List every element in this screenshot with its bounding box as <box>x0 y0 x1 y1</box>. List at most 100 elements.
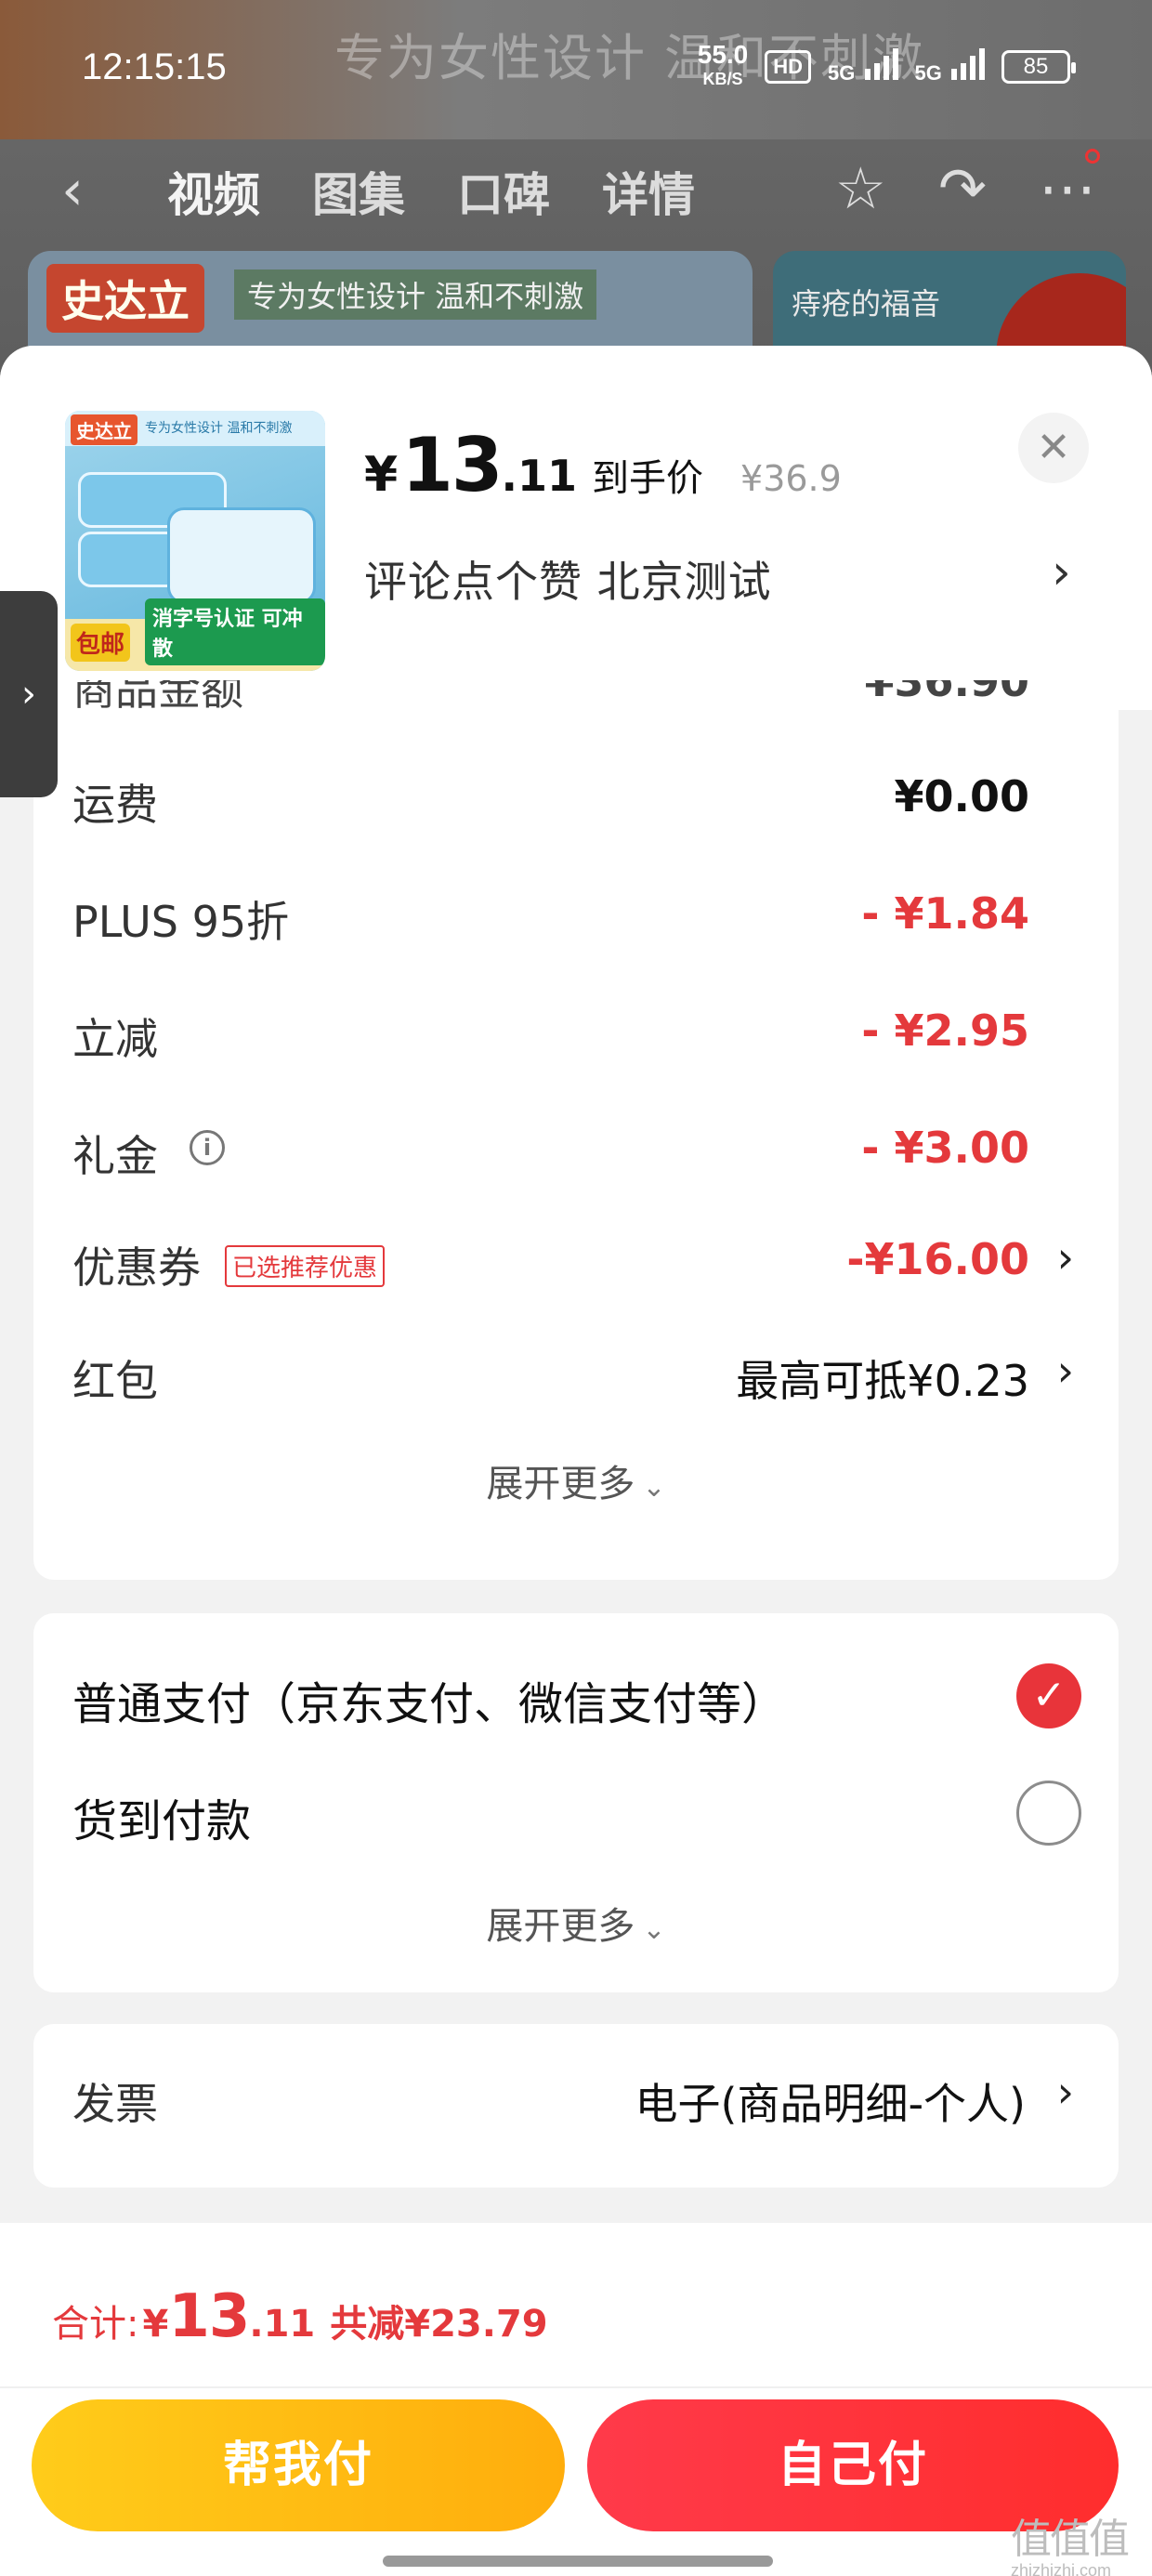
summary-row-coupon[interactable]: 优惠券 已选推荐优惠 -¥16.00 › <box>33 1227 1119 1301</box>
summary-row-instant-discount: 立减 - ¥2.95 <box>33 998 1119 1072</box>
thumbnail-pack-front <box>167 507 316 604</box>
summary-label: 红包 <box>72 1356 158 1406</box>
summary-label: 运费 <box>72 780 158 830</box>
summary-row-plus-discount: PLUS 95折 - ¥1.84 <box>33 881 1119 955</box>
brand-logo: 史达立 <box>46 264 204 333</box>
selected-spec[interactable]: 评论点个赞 北京测试 <box>364 548 772 610</box>
side-expand-tab[interactable]: › <box>0 591 58 797</box>
price-label: 到手价 <box>592 457 704 500</box>
summary-value: ¥0.00 <box>894 771 1029 821</box>
watermark-glyphs: 值值值 <box>1011 2516 1130 2563</box>
help-me-pay-button[interactable]: 帮我付 <box>32 2399 565 2531</box>
summary-row-red-packet[interactable]: 红包 最高可抵¥0.23 › <box>33 1340 1119 1414</box>
signal-bars-icon <box>951 48 985 80</box>
radio-unchecked-icon[interactable] <box>1016 1781 1081 1846</box>
total-integer: 13 <box>168 2282 250 2351</box>
total-saved: 共减¥23.79 <box>330 2303 548 2346</box>
product-thumbnail[interactable]: 史达立 专为女性设计 温和不刺激 包邮 消字号认证 可冲散 <box>65 411 325 671</box>
expand-more-label: 展开更多 <box>486 1463 635 1505</box>
close-icon[interactable]: ✕ <box>1018 413 1089 483</box>
free-shipping-badge: 包邮 <box>71 624 131 662</box>
chevron-right-icon: › <box>1056 1346 1074 1396</box>
home-indicator[interactable] <box>383 2556 773 2567</box>
chevron-right-icon: › <box>1056 2067 1074 2117</box>
checkout-bottom-bar: 合计: ¥ 13 .11 共减¥23.79 帮我付 自己付 值值值 zhizhi… <box>0 2223 1152 2576</box>
coupon-recommended-tag: 已选推荐优惠 <box>225 1245 386 1287</box>
network-speed-unit: KB/S <box>702 70 743 88</box>
chevron-down-icon: ⌄ <box>642 1913 666 1946</box>
price-integer: 13 <box>401 422 503 508</box>
summary-value: -¥16.00 <box>846 1234 1029 1284</box>
payment-option-label: 普通支付（京东支付、微信支付等） <box>72 1678 787 1730</box>
product-nav-bar: ‹ 视频 图集 口碑 详情 ☆ ↷ ⋯ <box>0 149 1152 232</box>
expand-more-payment[interactable]: 展开更多 ⌄ <box>33 1896 1119 1950</box>
summary-label: 礼金 <box>72 1131 158 1181</box>
summary-label: 优惠券 <box>72 1242 201 1293</box>
summary-row-goods-amount: 商品金额 ¥36.90 <box>33 680 1119 723</box>
signal-label-1: 5G <box>828 61 856 85</box>
chevron-right-icon: › <box>1056 1232 1074 1282</box>
invoice-label: 发票 <box>72 2079 158 2129</box>
signal-5g-icon-2: 5G <box>915 48 985 85</box>
promo-slogan: 专为女性设计 温和不刺激 <box>234 269 597 320</box>
signal-label-2: 5G <box>914 61 942 85</box>
original-price: ¥36.9 <box>740 458 842 499</box>
status-time: 12:15:15 <box>82 46 227 87</box>
thumbnail-logo: 史达立 <box>71 414 137 445</box>
star-icon[interactable]: ☆ <box>834 154 886 222</box>
chevron-down-icon: ⌄ <box>642 1471 666 1504</box>
summary-value: - ¥3.00 <box>861 1123 1029 1173</box>
tab-details[interactable]: 详情 <box>602 158 695 225</box>
signal-bars-icon <box>864 48 898 80</box>
notification-dot <box>1085 149 1100 164</box>
tab-reviews[interactable]: 口碑 <box>457 158 550 225</box>
tab-gallery[interactable]: 图集 <box>312 158 405 225</box>
payment-option-normal[interactable]: 普通支付（京东支付、微信支付等） ✓ <box>33 1654 1119 1738</box>
background-product-page: 专为女性设计 温和不刺激 12:15:15 55.0 KB/S HD 5G 5G… <box>0 0 1152 390</box>
network-speed: 55.0 KB/S <box>697 40 749 91</box>
signal-5g-icon: 5G <box>828 48 898 85</box>
watermark-site: zhizhizhi.com <box>1011 2561 1112 2576</box>
expand-more-summary[interactable]: 展开更多 ⌄ <box>33 1453 1119 1507</box>
total-label: 合计: <box>52 2303 139 2346</box>
tab-video[interactable]: 视频 <box>167 158 260 225</box>
payment-option-cod[interactable]: 货到付款 <box>33 1771 1119 1855</box>
summary-value: - ¥2.95 <box>861 1005 1029 1056</box>
expand-more-label: 展开更多 <box>486 1905 635 1948</box>
checkout-sheet: 史达立 专为女性设计 温和不刺激 包邮 消字号认证 可冲散 ¥ 13 .11 到… <box>0 346 1152 2576</box>
status-indicators: 55.0 KB/S HD 5G 5G 85 <box>697 40 1076 91</box>
hd-icon: HD <box>765 50 812 84</box>
chevron-right-icon: › <box>21 673 36 716</box>
final-price: ¥ 13 .11 到手价 ¥36.9 <box>364 422 842 508</box>
summary-label: 商品金额 <box>72 680 243 715</box>
product-tabs: 视频 图集 口碑 详情 <box>167 158 695 225</box>
share-icon[interactable]: ↷ <box>938 154 987 222</box>
summary-label: PLUS 95折 <box>72 897 290 947</box>
back-arrow-icon[interactable]: ‹ <box>61 158 84 223</box>
divider <box>0 2386 1152 2388</box>
status-bar: 12:15:15 55.0 KB/S HD 5G 5G 85 <box>0 0 1152 139</box>
price-decimal: .11 <box>501 451 578 501</box>
watermark: 值值值 zhizhizhi.com <box>1011 2505 1130 2576</box>
info-icon[interactable]: i <box>190 1130 225 1165</box>
summary-value: - ¥1.84 <box>861 888 1029 939</box>
thumbnail-slogan: 专为女性设计 温和不刺激 <box>145 421 293 436</box>
chevron-right-icon[interactable]: › <box>1052 545 1071 600</box>
invoice-value: 电子(商品明细-个人) <box>635 2079 1027 2129</box>
certification-badge: 消字号认证 可冲散 <box>145 598 325 665</box>
promo-title: 痔疮的福音 <box>792 286 941 322</box>
check-icon[interactable]: ✓ <box>1016 1663 1081 1728</box>
network-speed-value: 55.0 <box>697 40 749 69</box>
payment-method-card: 普通支付（京东支付、微信支付等） ✓ 货到付款 展开更多 ⌄ <box>33 1613 1119 1992</box>
battery-icon: 85 <box>1001 50 1076 84</box>
price-currency: ¥ <box>364 447 399 503</box>
summary-value: ¥36.90 <box>864 680 1029 706</box>
summary-row-gift-money: 礼金 i - ¥3.00 <box>33 1115 1119 1189</box>
order-summary-card: 商品金额 ¥36.90 运费 ¥0.00 PLUS 95折 - ¥1.84 立减… <box>33 680 1119 1580</box>
summary-label: 立减 <box>72 1014 158 1064</box>
payment-option-label: 货到付款 <box>72 1795 252 1847</box>
nav-actions: ☆ ↷ ⋯ <box>834 154 1096 222</box>
invoice-row[interactable]: 发票 电子(商品明细-个人) › <box>33 2024 1119 2188</box>
more-dots-icon[interactable]: ⋯ <box>1039 154 1096 222</box>
total-amount: 合计: ¥ 13 .11 共减¥23.79 <box>52 2282 548 2351</box>
